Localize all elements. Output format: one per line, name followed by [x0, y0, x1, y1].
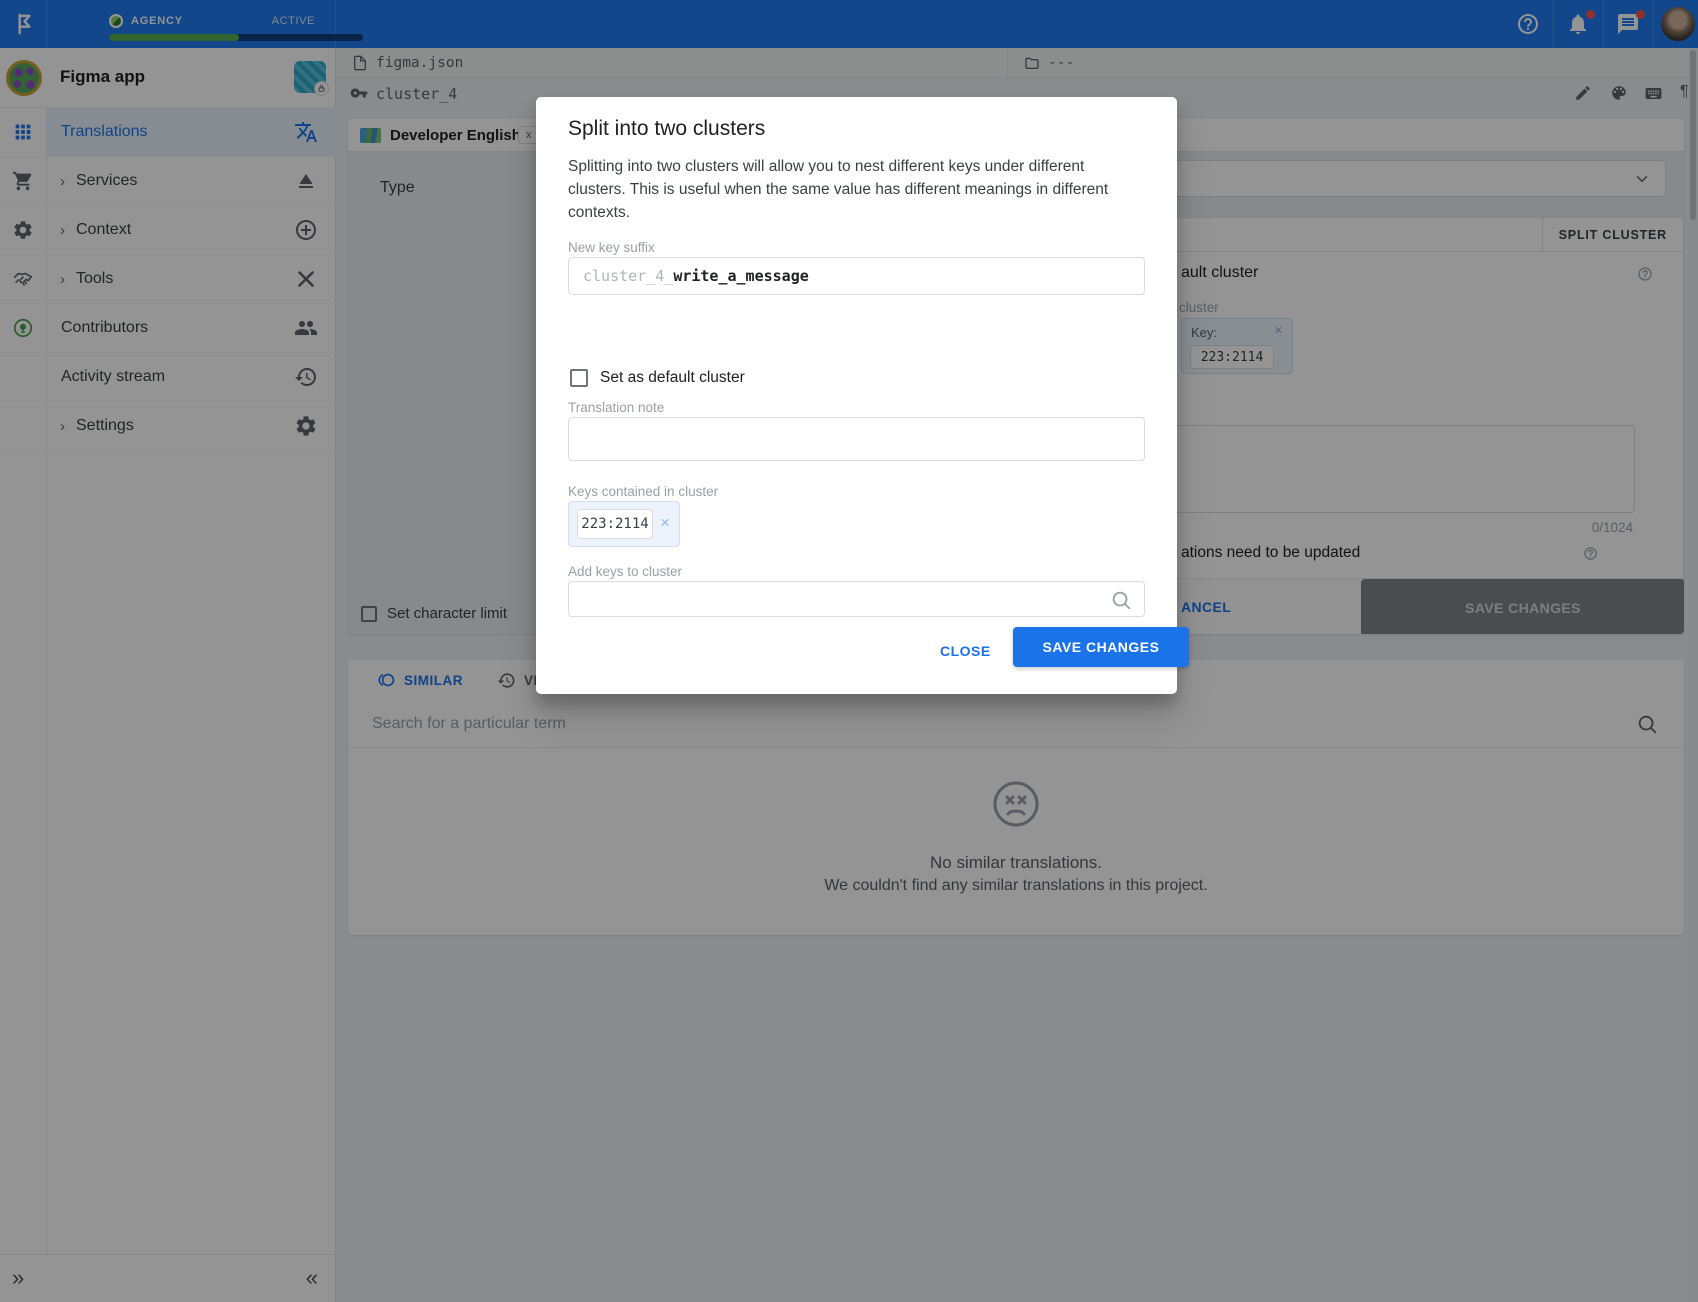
- remove-key-icon[interactable]: ×: [660, 513, 670, 533]
- contained-key-chip: 223:2114 ×: [568, 501, 680, 547]
- new-key-prefix: cluster_4_: [583, 267, 673, 285]
- set-default-cluster-row[interactable]: Set as default cluster: [570, 369, 745, 387]
- new-key-value: write_a_message: [673, 267, 808, 285]
- split-cluster-dialog: Split into two clusters Splitting into t…: [536, 97, 1177, 694]
- contained-key-value: 223:2114: [577, 509, 653, 539]
- translation-note-field: [568, 417, 1145, 461]
- new-key-suffix-label: New key suffix: [568, 240, 655, 255]
- save-changes-button[interactable]: SAVE CHANGES: [1013, 627, 1189, 667]
- translation-note-label: Translation note: [568, 400, 664, 415]
- app-root: AGENCY ACTIVE Figma app: [0, 0, 1698, 1302]
- dialog-description: Splitting into two clusters will allow y…: [568, 155, 1146, 224]
- set-default-cluster-label: Set as default cluster: [600, 369, 745, 387]
- keys-contained-label: Keys contained in cluster: [568, 484, 718, 499]
- translation-note-input[interactable]: [569, 418, 1144, 460]
- add-keys-input[interactable]: [569, 582, 1144, 616]
- add-keys-field: [568, 581, 1145, 617]
- dialog-actions: CLOSE SAVE CHANGES: [536, 627, 1177, 671]
- set-default-cluster-checkbox[interactable]: [570, 369, 588, 387]
- dialog-title: Split into two clusters: [568, 117, 765, 141]
- search-icon: [1110, 589, 1132, 611]
- add-keys-label: Add keys to cluster: [568, 564, 682, 579]
- close-button[interactable]: CLOSE: [932, 639, 999, 663]
- new-key-suffix-input[interactable]: cluster_4_write_a_message: [568, 257, 1145, 295]
